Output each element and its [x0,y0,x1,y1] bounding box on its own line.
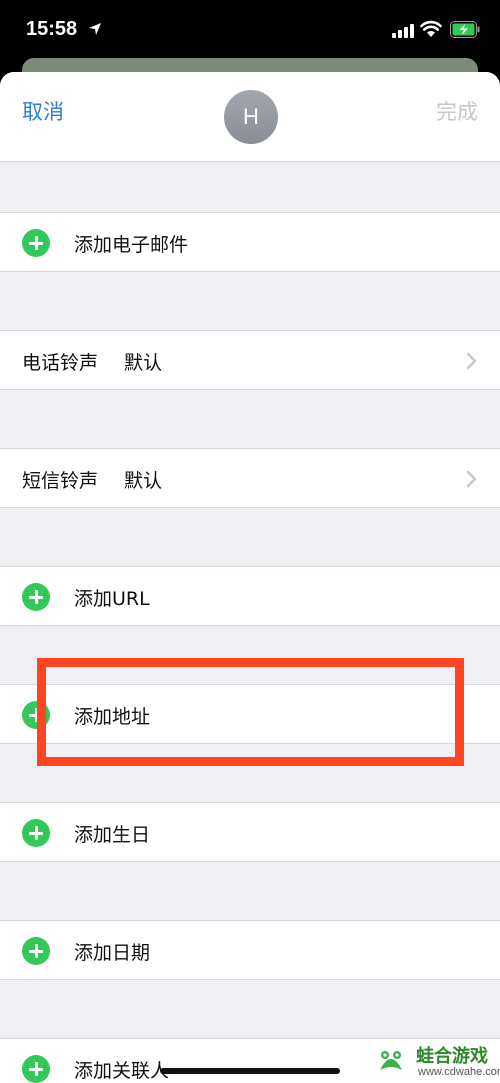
done-button[interactable]: 完成 [436,96,478,126]
add-url-label: 添加URL [74,588,150,610]
add-email-label: 添加电子邮件 [74,234,189,256]
text-tone-title: 短信铃声 [22,470,99,492]
text-tone-value: 默认 [124,470,163,492]
watermark-name: 蛙合游戏 [416,1046,488,1067]
add-plus-icon[interactable] [22,583,50,611]
cancel-button[interactable]: 取消 [22,96,64,126]
ringtone-title: 电话铃声 [22,352,99,374]
chevron-right-icon [466,470,477,488]
edit-contact-sheet: 取消 H 完成 添加电子邮件 电话铃声 默认 短信铃声 默认 添加URL 添加地… [0,72,500,1083]
status-time: 15:58 [26,18,78,40]
add-email-row[interactable]: 添加电子邮件 [0,212,500,272]
add-plus-icon[interactable] [22,819,50,847]
battery-charging-icon [450,21,480,38]
home-indicator[interactable] [160,1068,340,1074]
navigation-bar: 取消 H 完成 [0,72,500,162]
add-birthday-row[interactable]: 添加生日 [0,802,500,862]
add-related-name-label: 添加关联人 [74,1060,170,1082]
location-arrow-icon [89,23,101,35]
add-plus-icon[interactable] [22,229,50,257]
add-date-label: 添加日期 [74,942,151,964]
contact-avatar[interactable]: H [224,90,278,144]
add-date-row[interactable]: 添加日期 [0,920,500,980]
avatar-initial: H [243,104,259,129]
cellular-signal-icon [392,22,414,38]
wifi-icon [420,20,442,37]
site-watermark: 蛙合游戏 www.cdwahe.com [368,1040,500,1083]
text-tone-row[interactable]: 短信铃声 默认 [0,448,500,508]
add-plus-icon[interactable] [22,1055,50,1083]
ringtone-value: 默认 [124,352,163,374]
frog-logo-icon [375,1046,407,1078]
add-birthday-label: 添加生日 [74,824,151,846]
status-bar: 15:58 [0,0,500,62]
add-url-row[interactable]: 添加URL [0,566,500,626]
ringtone-row[interactable]: 电话铃声 默认 [0,330,500,390]
highlight-annotation-box [37,658,464,766]
watermark-url: www.cdwahe.com [418,1066,500,1078]
add-plus-icon[interactable] [22,937,50,965]
chevron-right-icon [466,352,477,370]
